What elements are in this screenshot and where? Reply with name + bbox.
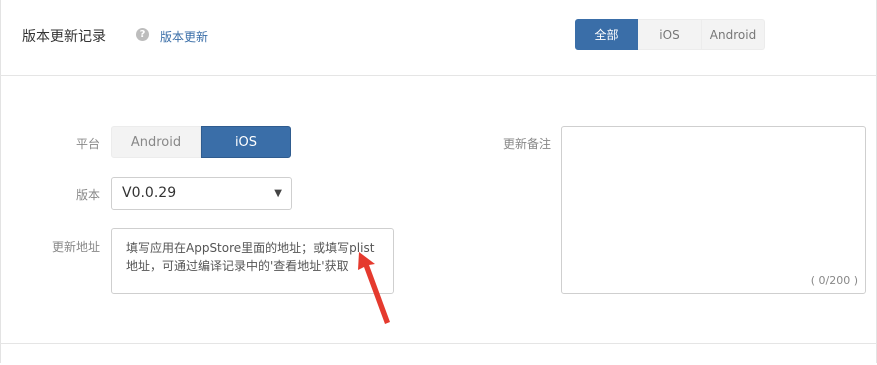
update-notes-textarea[interactable]: ( 0/200 ) (561, 126, 866, 294)
update-url-label: 更新地址 (51, 240, 100, 254)
version-value: V0.0.29 (122, 185, 177, 201)
url-placeholder-line1: 填写应用在AppStore里面的地址；或填写plist (126, 241, 375, 255)
platform-ios-button[interactable]: iOS (201, 126, 291, 158)
platform-android-button[interactable]: Android (111, 126, 201, 158)
notes-char-counter: ( 0/200 ) (810, 274, 858, 287)
caret-down-icon: ▼ (274, 188, 282, 199)
version-select[interactable]: V0.0.29 ▼ (111, 177, 292, 210)
question-circle-icon[interactable]: ? (136, 28, 149, 41)
tab-android[interactable]: Android (702, 19, 765, 50)
help-link[interactable]: 版本更新 (160, 28, 208, 45)
platform-filter-tabs: 全部 iOS Android (575, 19, 765, 50)
page-title: 版本更新记录 (22, 29, 106, 45)
tab-ios[interactable]: iOS (638, 19, 702, 50)
divider (0, 343, 877, 344)
platform-toggle: Android iOS (111, 126, 291, 158)
platform-label: 平台 (75, 137, 100, 151)
page-header: 版本更新记录 ? 版本更新 全部 iOS Android (0, 0, 877, 76)
update-notes-label: 更新备注 (502, 137, 551, 151)
version-label: 版本 (75, 188, 100, 202)
annotation-arrow-icon (358, 252, 390, 324)
url-placeholder-line2: 地址，可通过编译记录中的'查看地址'获取 (126, 259, 349, 273)
tab-all[interactable]: 全部 (575, 19, 638, 50)
